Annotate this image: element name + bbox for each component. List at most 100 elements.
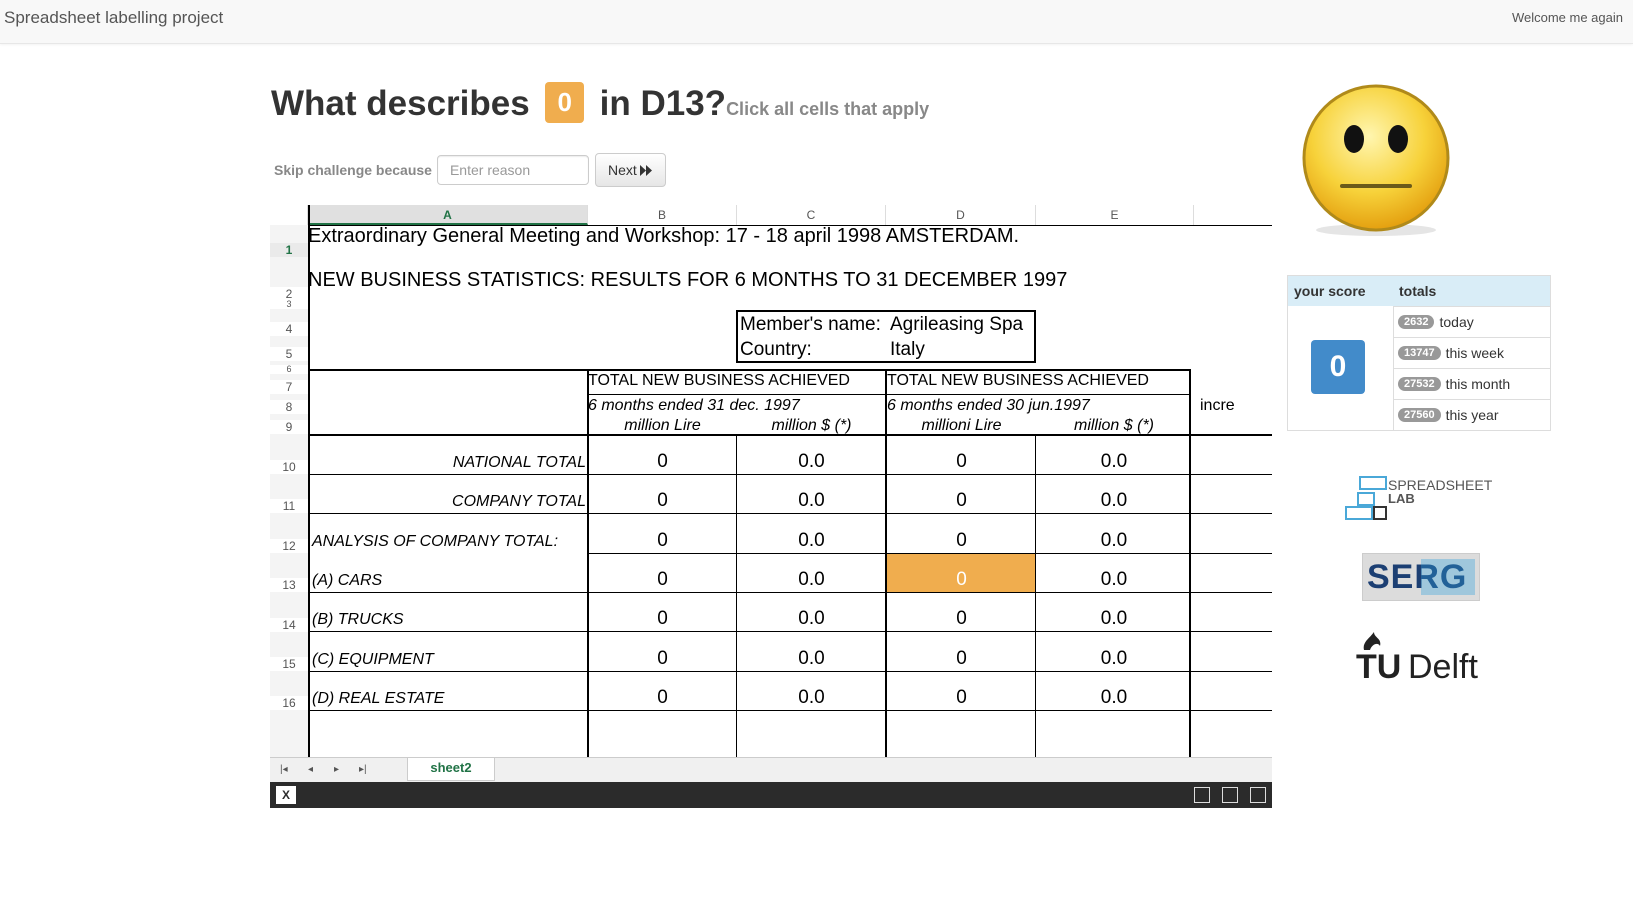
corner-cell[interactable] [270, 205, 308, 225]
last-sheet-icon[interactable]: ▸| [359, 764, 367, 775]
row-label[interactable]: (A) CARS [312, 572, 382, 590]
spreadsheet-lab-blocks-icon [1345, 476, 1387, 520]
row-header-7[interactable]: 7 [270, 380, 308, 394]
excel-icon[interactable]: X [276, 786, 296, 804]
total-row-week: 13747 this week [1394, 337, 1550, 368]
row-header-5[interactable]: 5 [270, 347, 308, 361]
row-label[interactable]: ANALYSIS OF COMPANY TOTAL: [312, 533, 558, 551]
block2-unit-dollar[interactable]: million $ (*) [1036, 417, 1192, 435]
cell-b[interactable]: 0 [588, 608, 737, 630]
first-sheet-icon[interactable]: |◂ [280, 764, 288, 775]
cell-c[interactable]: 0.0 [737, 451, 886, 473]
cell-d13-value[interactable]: 0 [887, 569, 1036, 591]
row-header-8[interactable]: 8 [270, 400, 308, 414]
row-header-16[interactable]: 16 [270, 696, 308, 710]
column-header-d[interactable]: D [886, 205, 1036, 225]
block2-header[interactable]: TOTAL NEW BUSINESS ACHIEVED [887, 372, 1149, 390]
cell-d[interactable]: 0 [887, 648, 1036, 670]
download-icon[interactable] [1194, 787, 1210, 803]
column-header-b[interactable]: B [588, 205, 737, 225]
row-header-11[interactable]: 11 [270, 499, 308, 513]
cell-c[interactable]: 0.0 [737, 687, 886, 709]
spreadsheet-lab-logo[interactable]: SPREADSHEET LAB [1344, 475, 1494, 523]
row-header-6[interactable]: 6 [270, 365, 308, 374]
row-header-4[interactable]: 4 [270, 322, 308, 336]
cell-d[interactable]: 0 [887, 490, 1036, 512]
serg-logo[interactable]: SERG [1362, 553, 1480, 601]
row-label[interactable]: NATIONAL TOTAL [310, 454, 586, 472]
cell-e[interactable]: 0.0 [1036, 608, 1192, 630]
cell-b[interactable]: 0 [588, 648, 737, 670]
member-name-label[interactable]: Member's name: [740, 314, 881, 336]
column-header-c[interactable]: C [737, 205, 886, 225]
row-header-12[interactable]: 12 [270, 539, 308, 553]
column-header-f[interactable] [1194, 205, 1272, 225]
prev-sheet-icon[interactable]: ◂ [308, 764, 313, 775]
row-label[interactable]: (C) EQUIPMENT [312, 651, 434, 669]
skip-label: Skip challenge because [274, 162, 432, 178]
cell-a2-subtitle[interactable]: NEW BUSINESS STATISTICS: RESULTS FOR 6 M… [308, 269, 1067, 292]
tudelft-logo[interactable]: TU Delft [1356, 630, 1496, 686]
skip-reason-input[interactable] [436, 155, 589, 185]
cell-b[interactable]: 0 [588, 687, 737, 709]
cell-c[interactable]: 0.0 [737, 608, 886, 630]
row-header-13[interactable]: 13 [270, 578, 308, 592]
row-header-14[interactable]: 14 [270, 618, 308, 632]
row-label[interactable]: (B) TRUCKS [312, 611, 404, 629]
row-header-1[interactable]: 1 [270, 243, 308, 257]
cell-e[interactable]: 0.0 [1036, 451, 1192, 473]
row-header-10[interactable]: 10 [270, 460, 308, 474]
row-header-3[interactable]: 3 [270, 300, 308, 309]
cell-c[interactable]: 0.0 [737, 648, 886, 670]
member-name-value[interactable]: Agrileasing Spa [890, 314, 1023, 336]
cell-d[interactable]: 0 [887, 687, 1036, 709]
row-header-9[interactable]: 9 [270, 420, 308, 434]
row-label[interactable]: (D) REAL ESTATE [312, 690, 444, 708]
cell-b[interactable]: 0 [588, 451, 737, 473]
cell-c[interactable]: 0.0 [737, 490, 886, 512]
table-rule-16 [310, 710, 1272, 711]
question-cell-ref: in D13? [599, 84, 727, 123]
country-label[interactable]: Country: [740, 339, 812, 361]
cell-e[interactable]: 0.0 [1036, 569, 1192, 591]
country-value[interactable]: Italy [890, 339, 925, 361]
tudelft-logo-tu: TU [1356, 648, 1402, 686]
cell-e[interactable]: 0.0 [1036, 648, 1192, 670]
cell-e[interactable]: 0.0 [1036, 490, 1192, 512]
cell-b[interactable]: 0 [588, 530, 737, 552]
reading-view-icon[interactable] [1250, 787, 1266, 803]
row-label[interactable]: COMPANY TOTAL [310, 493, 586, 511]
block2-period[interactable]: 6 months ended 30 jun.1997 [887, 397, 1090, 415]
cell-d[interactable]: 0 [887, 608, 1036, 630]
block2-unit-lire[interactable]: millioni Lire [887, 417, 1036, 435]
cell-d[interactable]: 0 [887, 451, 1036, 473]
sheet-tab-bar: |◂ ◂ ▸ ▸| sheet2 [270, 757, 1272, 783]
next-sheet-icon[interactable]: ▸ [334, 764, 339, 775]
cell-f8[interactable]: incre [1200, 397, 1235, 415]
cell-e[interactable]: 0.0 [1036, 530, 1192, 552]
cell-a1-title[interactable]: Extraordinary General Meeting and Worksh… [308, 225, 1019, 248]
block1-unit-dollar[interactable]: million $ (*) [737, 417, 886, 435]
column-header-e[interactable]: E [1036, 205, 1194, 225]
total-count: 27532 [1398, 377, 1441, 391]
block1-period[interactable]: 6 months ended 31 dec. 1997 [588, 397, 800, 415]
cell-d[interactable]: 0 [887, 530, 1036, 552]
block1-unit-lire[interactable]: million Lire [588, 417, 737, 435]
cell-b[interactable]: 0 [588, 569, 737, 591]
row-header-15[interactable]: 15 [270, 657, 308, 671]
next-button[interactable]: Next [594, 153, 666, 187]
table-rule-header [588, 394, 1190, 395]
column-headers: A B C D E [270, 205, 1272, 225]
cell-c[interactable]: 0.0 [737, 569, 886, 591]
cell-b[interactable]: 0 [588, 490, 737, 512]
brand-title[interactable]: Spreadsheet labelling project [4, 8, 223, 28]
member-box-right [1034, 310, 1036, 363]
cell-e[interactable]: 0.0 [1036, 687, 1192, 709]
column-header-a[interactable]: A [308, 205, 588, 225]
welcome-text[interactable]: Welcome me again [1512, 10, 1623, 25]
fast-forward-icon [639, 164, 652, 176]
print-icon[interactable] [1222, 787, 1238, 803]
sheet-tab[interactable]: sheet2 [407, 758, 495, 781]
block1-header[interactable]: TOTAL NEW BUSINESS ACHIEVED [588, 372, 850, 390]
cell-c[interactable]: 0.0 [737, 530, 886, 552]
